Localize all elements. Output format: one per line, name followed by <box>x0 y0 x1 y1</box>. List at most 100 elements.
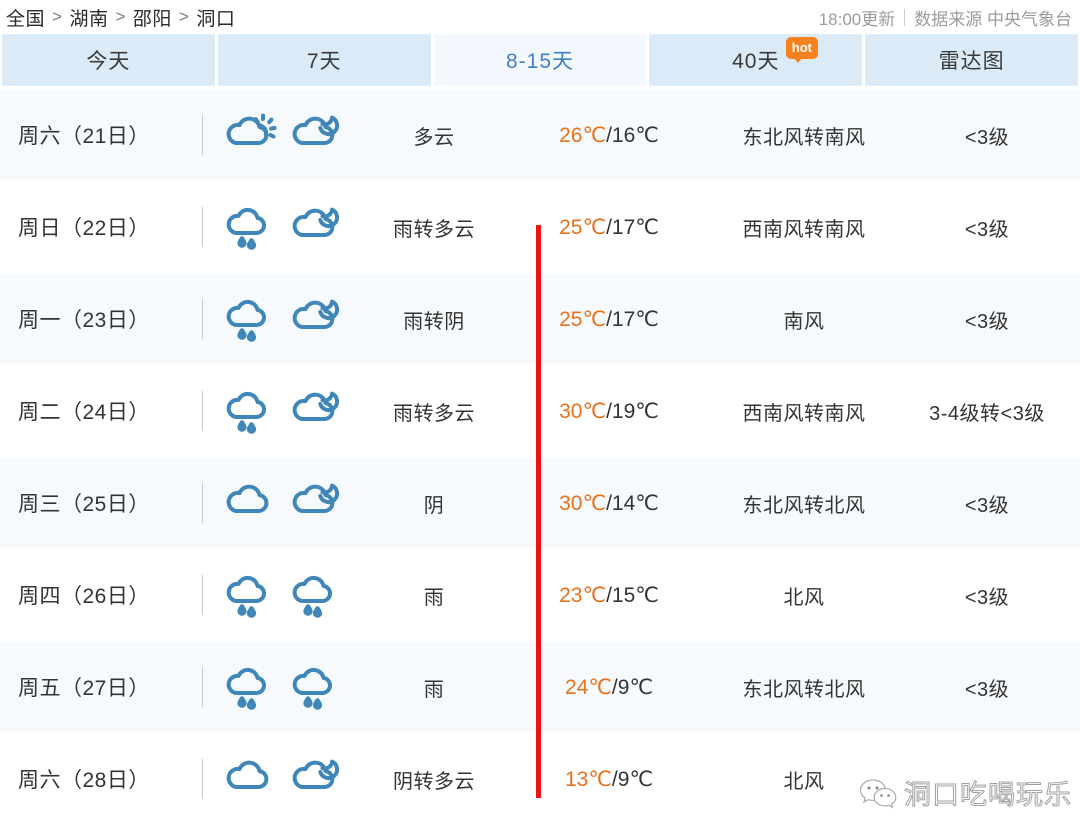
tab-label: 40天 <box>732 50 780 73</box>
cloudy-night-icon <box>289 111 345 159</box>
row-divider <box>190 759 214 799</box>
header-meta: 18:00更新 数据来源 中央气象台 <box>819 5 1072 30</box>
cloudy-night-icon <box>289 479 345 527</box>
row-divider <box>190 115 214 155</box>
breadcrumb-item-district[interactable]: 洞口 <box>196 4 235 31</box>
tab-4[interactable]: 40天 hot <box>649 34 863 86</box>
weather-icons <box>214 387 354 435</box>
forecast-day-label: 周一（23日） <box>18 309 150 332</box>
weather-description: 阴 <box>423 494 445 517</box>
wind-direction: 东北风转南风 <box>742 126 866 149</box>
rain-day-icon <box>223 663 279 711</box>
temperature-range: 25℃/17℃ <box>514 307 704 332</box>
overcast-icon <box>223 479 279 527</box>
temperature-low: 17℃ <box>611 307 659 331</box>
row-divider <box>190 299 214 339</box>
tab-label: 今天 <box>86 50 131 73</box>
temperature-high: 30℃ <box>559 399 607 423</box>
forecast-day-label: 周二（24日） <box>18 401 150 424</box>
tab-label: 雷达图 <box>938 50 1005 73</box>
row-divider <box>190 667 214 707</box>
weather-description: 雨转多云 <box>393 402 475 425</box>
forecast-day-label: 周六（28日） <box>18 769 150 792</box>
breadcrumb-separator: > <box>115 7 126 26</box>
temperature-range: 24℃/9℃ <box>514 675 704 700</box>
row-divider <box>190 391 214 431</box>
wind-direction: 西南风转南风 <box>742 218 866 241</box>
meta-divider <box>904 8 906 26</box>
wind-direction: 西南风转南风 <box>742 402 866 425</box>
temperature-high: 25℃ <box>559 215 607 239</box>
wind-level: <3级 <box>964 126 1010 149</box>
forecast-day-label: 周三（25日） <box>18 493 150 516</box>
temperature-range: 25℃/17℃ <box>514 215 704 240</box>
breadcrumb-item-province[interactable]: 湖南 <box>69 4 108 31</box>
temperature-range: 30℃/19℃ <box>514 399 704 424</box>
breadcrumb-item-country[interactable]: 全国 <box>6 4 45 31</box>
tab-bar: 今天 7天 8-15天 40天 hot 雷达图 <box>0 34 1080 86</box>
rain-day-icon <box>223 387 279 435</box>
temperature-range: 26℃/16℃ <box>514 123 704 148</box>
temperature-high: 23℃ <box>559 583 607 607</box>
weather-icons <box>214 663 354 711</box>
tab-5[interactable]: 雷达图 <box>865 34 1078 86</box>
wind-level: 3-4级转<3级 <box>929 402 1045 425</box>
forecast-day-label: 周四（26日） <box>18 585 150 608</box>
weather-icons <box>214 203 354 251</box>
row-divider <box>190 575 214 615</box>
temperature-range: 13℃/9℃ <box>514 767 704 792</box>
temperature-low: 9℃ <box>617 767 654 791</box>
weather-description: 阴转多云 <box>393 770 475 793</box>
forecast-day-label: 周六（21日） <box>18 125 150 148</box>
wind-level: <3级 <box>964 310 1010 333</box>
breadcrumb-separator: > <box>178 7 190 26</box>
breadcrumb-separator: > <box>52 7 63 26</box>
tab-label: 8-15天 <box>505 50 574 73</box>
wind-level: <3级 <box>964 494 1010 517</box>
update-time: 18:00更新 <box>818 9 896 29</box>
rain-day-icon <box>223 571 279 619</box>
data-source: 数据来源 中央气象台 <box>914 9 1072 29</box>
tab-1[interactable]: 今天 <box>2 34 215 86</box>
wind-direction: 北风 <box>783 586 825 609</box>
temperature-low: 15℃ <box>611 583 659 607</box>
weather-icons <box>214 111 354 159</box>
overcast-icon <box>223 755 279 803</box>
tab-3[interactable]: 8-15天 <box>433 34 647 86</box>
temperature-low: 14℃ <box>611 491 659 515</box>
rain-day-icon <box>223 295 279 343</box>
wind-level: <3级 <box>964 678 1010 701</box>
temperature-high: 24℃ <box>564 675 612 699</box>
breadcrumb-item-city[interactable]: 邵阳 <box>133 4 172 31</box>
tab-label: 7天 <box>306 50 342 73</box>
table-row[interactable]: 周六（21日） 多云 26℃/16℃ 东北风转南风 <3级 <box>0 90 1080 182</box>
row-divider <box>190 483 214 523</box>
temperature-low: 9℃ <box>617 675 654 699</box>
rain-night-icon <box>289 571 345 619</box>
temperature-high: 30℃ <box>559 491 607 515</box>
cloudy-night-icon <box>289 295 345 343</box>
forecast-day-label: 周五（27日） <box>18 677 150 700</box>
red-annotation-line <box>536 225 541 798</box>
wind-direction: 南风 <box>783 310 825 333</box>
weather-icons <box>214 755 354 803</box>
forecast-day-label: 周日（22日） <box>18 217 150 240</box>
top-bar: 全国 > 湖南 > 邵阳 > 洞口 18:00更新 数据来源 中央气象台 <box>0 0 1080 34</box>
temperature-range: 30℃/14℃ <box>514 491 704 516</box>
rain-night-icon <box>289 663 345 711</box>
temperature-high: 13℃ <box>564 767 612 791</box>
watermark-text: 洞口吃喝玩乐 <box>904 780 1072 812</box>
wechat-logo-icon <box>858 776 898 810</box>
weather-description: 雨 <box>423 586 445 609</box>
weather-description: 多云 <box>413 126 455 149</box>
temperature-low: 16℃ <box>611 123 659 147</box>
weather-icons <box>214 479 354 527</box>
tab-2[interactable]: 7天 <box>217 34 431 86</box>
wind-level: <3级 <box>964 586 1010 609</box>
rain-day-icon <box>223 203 279 251</box>
temperature-range: 23℃/15℃ <box>514 583 704 608</box>
cloudy-day-icon <box>223 111 279 159</box>
cloudy-night-icon <box>289 755 345 803</box>
wind-direction: 东北风转北风 <box>742 494 866 517</box>
temperature-high: 25℃ <box>559 307 607 331</box>
